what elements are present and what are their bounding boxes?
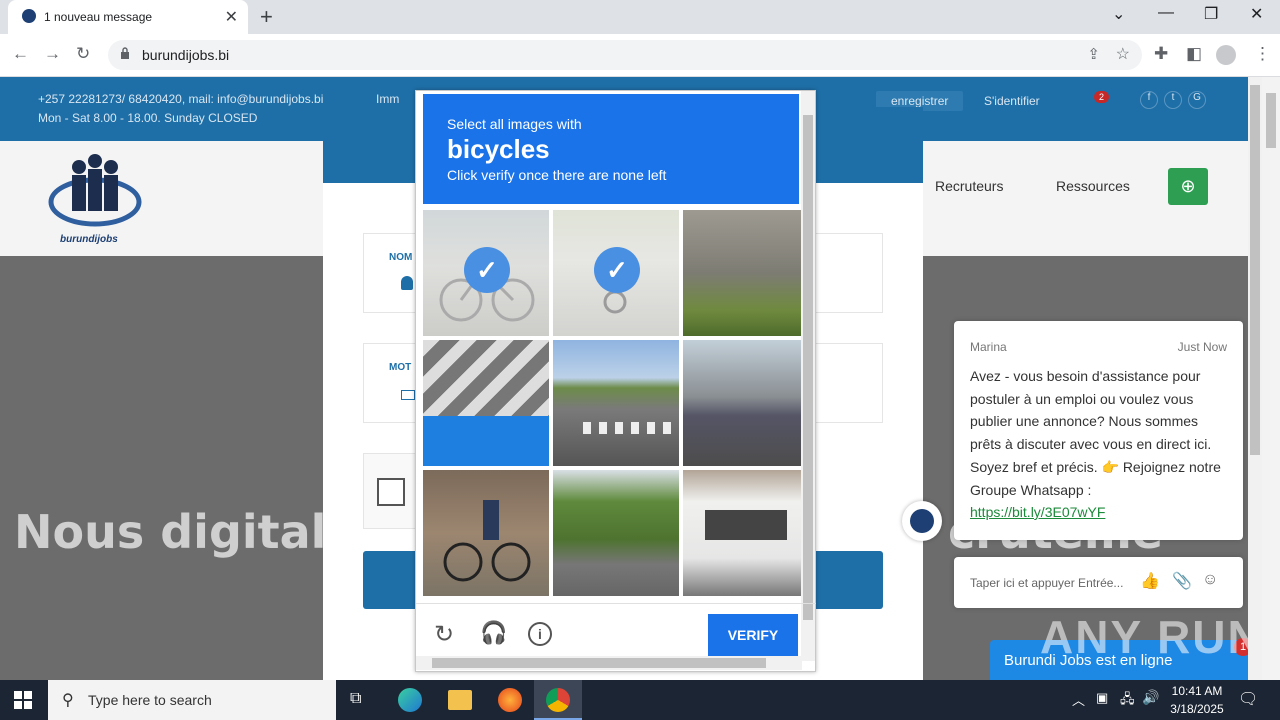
extensions-icon[interactable]: ✚ (1154, 44, 1168, 64)
file-explorer-icon[interactable] (448, 690, 472, 710)
chat-message-bubble: Marina Just Now Avez - vous besoin d'ass… (954, 321, 1243, 540)
captcha-subtext: Click verify once there are none left (447, 167, 667, 183)
hours-text: Mon - Sat 8.00 - 18.00. Sunday CLOSED (38, 111, 258, 125)
tray-chevron-icon[interactable]: ︿ (1072, 690, 1085, 709)
lock-icon (121, 47, 129, 59)
notification-center-icon[interactable]: 🗨 (1238, 689, 1258, 709)
menu-kebab-icon[interactable]: ⋮ (1254, 44, 1271, 64)
captcha-target: bicycles (447, 134, 550, 164)
audio-headphones-icon[interactable]: 🎧 (480, 620, 507, 646)
recaptcha-box (363, 453, 423, 529)
close-window-button[interactable]: ✕ (1250, 4, 1263, 24)
network-icon[interactable]: 🖧 (1120, 690, 1135, 712)
volume-icon[interactable]: 🔊 (1142, 689, 1159, 706)
paperclip-icon[interactable]: 📎 (1172, 571, 1192, 591)
address-text: Imm (376, 92, 400, 106)
twitter-icon[interactable]: t (1164, 91, 1182, 109)
chat-time: Just Now (1177, 340, 1227, 354)
whatsapp-link[interactable]: https://bit.ly/3E07wYF (970, 504, 1105, 520)
windows-start-icon[interactable] (14, 691, 32, 709)
minimize-button[interactable]: — (1158, 4, 1174, 22)
password-field-label: MOT (389, 362, 412, 373)
add-button[interactable]: ⊕ (1168, 168, 1208, 205)
chrome-icon (546, 688, 570, 712)
page-scrollbar[interactable] (1248, 77, 1262, 680)
restore-button[interactable]: ❐ (1204, 4, 1218, 24)
logo-text: burundijobs (60, 234, 118, 245)
recaptcha-checkbox[interactable] (377, 478, 405, 506)
tab-title: 1 nouveau message (44, 10, 153, 24)
clock-date[interactable]: 3/18/2025 (1166, 702, 1228, 716)
captcha-scrollbar[interactable] (801, 91, 815, 661)
taskbar-chrome-active[interactable] (534, 680, 582, 720)
chat-input-box[interactable]: Taper ici et appuyer Entrée... 👍 📎 ☺ (954, 557, 1243, 608)
login-link[interactable]: S'identifier (984, 94, 1040, 108)
captcha-tile-3[interactable] (683, 210, 809, 336)
address-bar[interactable]: burundijobs.bi ⇪ ☆ (108, 40, 1142, 70)
new-tab-button[interactable]: + (260, 4, 273, 30)
url-text: burundijobs.bi (142, 47, 230, 63)
firefox-icon[interactable] (498, 688, 522, 712)
nav-ressources[interactable]: Ressources (1056, 178, 1130, 194)
keyboard-icon (401, 390, 415, 400)
refresh-icon[interactable]: ↻ (434, 620, 454, 649)
captcha-tile-9[interactable] (683, 470, 809, 596)
share-icon[interactable]: ⇪ (1087, 45, 1100, 63)
info-icon[interactable]: i (528, 622, 552, 646)
captcha-tile-8[interactable] (553, 470, 679, 596)
close-tab-icon[interactable]: ✕ (225, 7, 238, 27)
notification-badge: 2 (1094, 91, 1110, 103)
captcha-header: Select all images with bicycles Click ve… (423, 94, 799, 204)
name-field-label: NOM (389, 252, 413, 263)
chat-input-placeholder: Taper ici et appuyer Entrée... (970, 576, 1124, 590)
back-button[interactable]: ← (12, 44, 29, 64)
task-view-icon[interactable]: ⧉ (350, 690, 361, 708)
chat-message-text: Avez - vous besoin d'assistance pour pos… (970, 368, 1221, 498)
anyrun-watermark: ANY RUN (1040, 611, 1263, 663)
page-scrollbar-outer (1262, 77, 1280, 680)
captcha-tile-7[interactable] (423, 470, 549, 596)
tab-search-icon[interactable]: ⌄ (1112, 4, 1125, 24)
edge-icon[interactable] (398, 688, 422, 712)
nav-recruteurs[interactable]: Recruteurs (935, 178, 1003, 194)
facebook-icon[interactable]: f (1140, 91, 1158, 109)
captcha-tile-5[interactable] (553, 340, 679, 466)
verify-button[interactable]: VERIFY (708, 614, 798, 656)
google-icon[interactable]: G (1188, 91, 1206, 109)
taskbar-search-box[interactable]: ⚲ Type here to search (48, 680, 336, 720)
profile-avatar[interactable] (1216, 45, 1236, 65)
bookmark-star-icon[interactable]: ☆ (1116, 44, 1130, 64)
reload-button[interactable]: ↻ (76, 44, 90, 64)
captcha-tile-1[interactable]: ✓ (423, 210, 549, 336)
captcha-tile-2[interactable]: ✓ (553, 210, 679, 336)
contact-text: +257 22281273/ 68420420, mail: info@buru… (38, 92, 324, 106)
user-icon (401, 276, 413, 290)
captcha-challenge: Select all images with bicycles Click ve… (415, 90, 816, 672)
site-logo[interactable] (46, 147, 144, 241)
forward-button[interactable]: → (44, 44, 61, 64)
selected-check-icon: ✓ (594, 247, 640, 293)
captcha-hscrollbar[interactable] (416, 656, 802, 670)
search-placeholder: Type here to search (88, 692, 212, 708)
site-favicon (22, 9, 36, 23)
chat-agent-name: Marina (970, 340, 1007, 354)
captcha-tile-6[interactable] (683, 340, 809, 466)
side-panel-icon[interactable]: ◧ (1186, 44, 1202, 64)
hero-heading: Nous digitalis (14, 505, 370, 559)
search-icon: ⚲ (62, 692, 74, 709)
captcha-tile-4[interactable] (423, 340, 549, 466)
thumbs-up-icon[interactable]: 👍 (1140, 571, 1160, 591)
chat-agent-avatar (902, 501, 942, 541)
captcha-instruction: Select all images with (447, 116, 582, 132)
tab-active[interactable]: 1 nouveau message ✕ (8, 0, 248, 34)
emoji-icon[interactable]: ☺ (1202, 571, 1218, 589)
captcha-footer: ↻ 🎧 i VERIFY (416, 603, 816, 661)
clock-time[interactable]: 10:41 AM (1170, 684, 1224, 698)
selected-check-icon: ✓ (464, 247, 510, 293)
tray-device-icon[interactable]: ▣ (1096, 690, 1108, 706)
